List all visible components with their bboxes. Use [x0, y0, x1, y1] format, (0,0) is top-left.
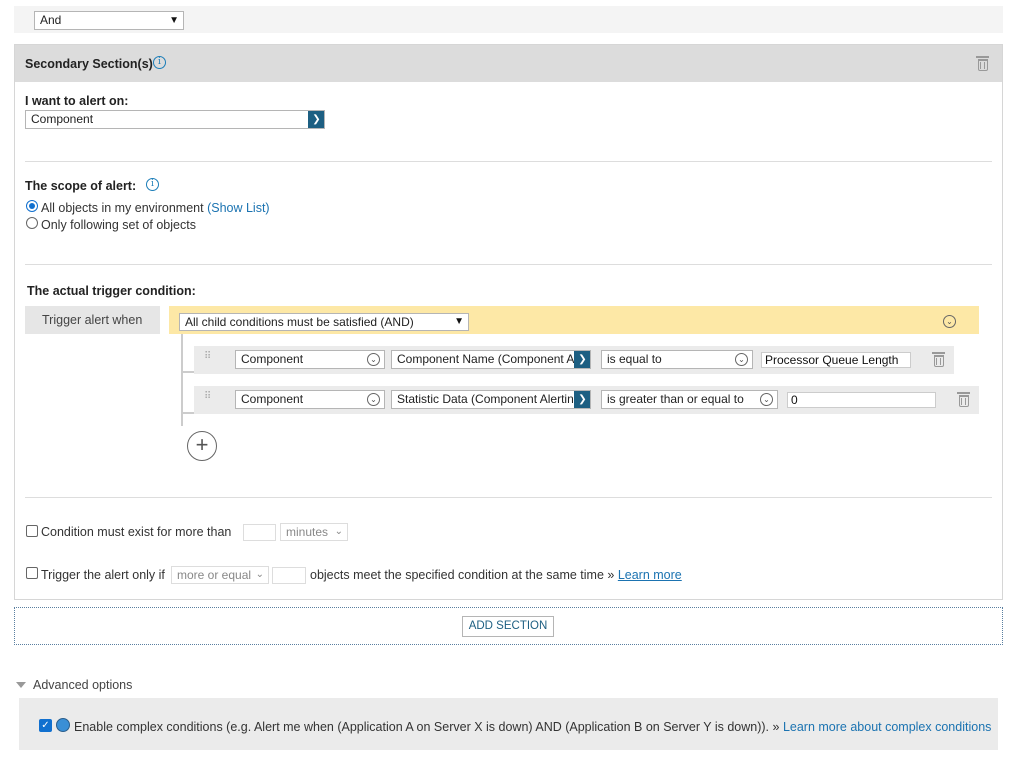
- chevron-down-icon: ⌄: [367, 393, 380, 406]
- condition-operator-select[interactable]: is greater than or equal to ⌄: [601, 390, 778, 409]
- info-icon[interactable]: i: [153, 56, 166, 69]
- collapse-group-icon[interactable]: ⌄: [943, 315, 956, 328]
- top-operator-value: And: [40, 13, 62, 27]
- secondary-section-title: Secondary Section(s): [25, 57, 153, 71]
- complex-conditions-checkbox[interactable]: ✓: [39, 719, 52, 732]
- advanced-options-label[interactable]: Advanced options: [33, 678, 132, 692]
- trash-icon[interactable]: [957, 392, 970, 407]
- trash-icon[interactable]: [976, 56, 989, 71]
- minutes-value: minutes: [286, 525, 329, 539]
- condition-field-value: Statistic Data (Component Alertin: [397, 392, 574, 406]
- condition-object-select[interactable]: Component ⌄: [235, 390, 385, 409]
- top-operator-select[interactable]: And ▼: [34, 11, 184, 30]
- objects-count-input[interactable]: [272, 567, 306, 584]
- alert-on-label: I want to alert on:: [25, 94, 129, 108]
- condition-exist-label: Condition must exist for more than: [41, 525, 232, 539]
- chevron-down-icon: ❯: [308, 111, 324, 128]
- trigger-only-if-checkbox[interactable]: [26, 567, 38, 579]
- scope-all-radio[interactable]: [26, 200, 38, 212]
- chevron-down-icon: ❯: [574, 351, 590, 368]
- trigger-condition-label: The actual trigger condition:: [27, 284, 196, 298]
- condition-operator-select[interactable]: is equal to ⌄: [601, 350, 753, 369]
- chevron-down-icon: ▼: [169, 15, 179, 26]
- scope-following-label: Only following set of objects: [41, 218, 196, 232]
- more-or-equal-select[interactable]: more or equal ⌄: [171, 566, 269, 584]
- condition-value-input[interactable]: 0: [787, 392, 936, 408]
- alert-on-value: Component: [31, 112, 94, 126]
- chevron-down-icon: ⌄: [367, 353, 380, 366]
- condition-exist-checkbox[interactable]: [26, 525, 38, 537]
- trigger-when-label: Trigger alert when: [42, 313, 143, 327]
- chevron-down-icon: ⌄: [735, 353, 748, 366]
- condition-object-value: Component: [241, 352, 304, 366]
- trash-icon[interactable]: [932, 352, 945, 367]
- scope-all-label: All objects in my environment (Show List…: [41, 201, 270, 215]
- scope-all-text: All objects in my environment: [41, 201, 204, 215]
- chevron-down-icon: ⌄: [760, 393, 773, 406]
- add-section-button[interactable]: ADD SECTION: [462, 616, 554, 637]
- minutes-select[interactable]: minutes ⌄: [280, 523, 348, 541]
- complex-conditions-label: Enable complex conditions (e.g. Alert me…: [74, 720, 991, 734]
- application-icon: [56, 718, 70, 732]
- trigger-group-select[interactable]: All child conditions must be satisfied (…: [179, 313, 469, 331]
- triangle-down-icon[interactable]: [16, 682, 26, 688]
- more-or-equal-value: more or equal: [177, 568, 252, 582]
- learn-more-link[interactable]: Learn more: [618, 568, 682, 582]
- complex-conditions-text: Enable complex conditions (e.g. Alert me…: [74, 720, 780, 734]
- drag-handle-icon[interactable]: ⠿: [204, 352, 211, 362]
- drag-handle-icon[interactable]: ⠿: [204, 392, 211, 402]
- divider: [25, 497, 992, 498]
- show-list-link[interactable]: (Show List): [207, 201, 270, 215]
- condition-field-value: Component Name (Component A: [397, 352, 575, 366]
- condition-object-value: Component: [241, 392, 304, 406]
- chevron-down-icon: ⌄: [255, 569, 264, 580]
- condition-object-select[interactable]: Component ⌄: [235, 350, 385, 369]
- condition-tree-branch: [182, 412, 194, 414]
- condition-exist-duration-input[interactable]: [243, 524, 276, 541]
- condition-field-select[interactable]: Statistic Data (Component Alertin ❯: [391, 390, 591, 409]
- objects-meet-text: objects meet the specified condition at …: [310, 568, 615, 582]
- objects-meet-label: objects meet the specified condition at …: [310, 568, 682, 582]
- condition-tree-branch: [182, 371, 194, 373]
- divider: [25, 264, 992, 265]
- divider: [25, 161, 992, 162]
- complex-conditions-link[interactable]: Learn more about complex conditions: [783, 720, 991, 734]
- info-icon[interactable]: i: [146, 178, 159, 191]
- trigger-only-if-label: Trigger the alert only if: [41, 568, 165, 582]
- chevron-down-icon: ▼: [454, 316, 464, 327]
- alert-on-select[interactable]: Component ❯: [25, 110, 325, 129]
- condition-operator-value: is equal to: [607, 352, 662, 366]
- add-condition-icon[interactable]: +: [187, 431, 217, 461]
- trigger-group-value: All child conditions must be satisfied (…: [185, 315, 414, 329]
- condition-operator-value: is greater than or equal to: [607, 392, 744, 406]
- condition-value-input[interactable]: Processor Queue Length: [761, 352, 911, 368]
- chevron-down-icon: ⌄: [334, 526, 343, 537]
- scope-label: The scope of alert:: [25, 179, 137, 193]
- condition-field-select[interactable]: Component Name (Component A ❯: [391, 350, 591, 369]
- chevron-down-icon: ❯: [574, 391, 590, 408]
- scope-following-radio[interactable]: [26, 217, 38, 229]
